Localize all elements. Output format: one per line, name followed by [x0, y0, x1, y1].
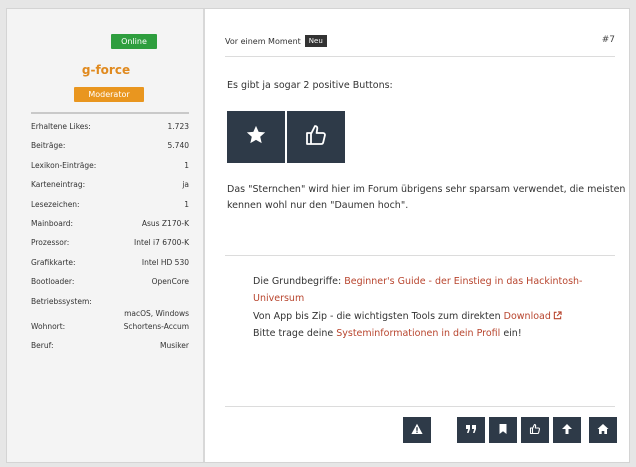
- stat-row: Lexikon-Einträge: 1: [31, 161, 189, 180]
- signature-line: Bitte trage deine Systeminformationen in…: [253, 325, 613, 342]
- post-number[interactable]: #7: [602, 35, 615, 45]
- home-button[interactable]: [589, 417, 617, 443]
- signature-text: ein!: [500, 327, 522, 339]
- report-button[interactable]: [403, 417, 431, 443]
- stat-row: Betriebssystem: macOS, Windows: [31, 297, 189, 322]
- stat-label: Beruf:: [31, 340, 54, 350]
- stat-row: Beiträge: 5.740: [31, 141, 189, 160]
- stat-label: Prozessor:: [31, 238, 70, 248]
- stat-label: Mainboard:: [31, 218, 74, 228]
- arrow-up-icon: [561, 423, 573, 438]
- thumbs-up-icon: [304, 123, 328, 151]
- signature-line: Die Grundbegriffe: Beginner's Guide - de…: [253, 273, 613, 308]
- stat-value: ja: [182, 180, 189, 190]
- footer-divider: [225, 406, 615, 407]
- stat-value: 5.740: [167, 141, 189, 151]
- like-icon: [529, 423, 541, 438]
- stat-value: Intel i7 6700-K: [134, 238, 189, 248]
- post-container: Online g-force Moderator Erhaltene Likes…: [6, 8, 630, 463]
- stat-row: Prozessor: Intel i7 6700-K: [31, 238, 189, 257]
- signature-text: Bitte trage deine: [253, 327, 337, 339]
- thumbs-up-button: [287, 111, 345, 163]
- home-icon: [597, 423, 609, 438]
- stat-label: Beiträge:: [31, 141, 66, 151]
- online-badge: Online: [111, 34, 157, 49]
- stat-label: Wohnort:: [31, 321, 66, 331]
- stat-row: Beruf: Musiker: [31, 341, 189, 360]
- stat-value: 1.723: [167, 122, 189, 131]
- signature-line: Von App bis Zip - die wichtigsten Tools …: [253, 308, 613, 325]
- sidebar-divider: [31, 112, 189, 114]
- signature: Die Grundbegriffe: Beginner's Guide - de…: [253, 273, 613, 342]
- stat-label: Lesezeichen:: [31, 199, 80, 209]
- new-badge: Neu: [304, 35, 327, 47]
- bookmark-button[interactable]: [489, 417, 517, 443]
- stat-label: Betriebssystem:: [31, 296, 92, 306]
- example-buttons: [227, 111, 345, 163]
- stat-row: Erhaltene Likes: 1.723: [31, 122, 189, 141]
- warning-icon: [411, 423, 423, 438]
- stat-row: Karteneintrag: ja: [31, 180, 189, 199]
- stat-label: Karteneintrag:: [31, 180, 86, 190]
- stat-label: Erhaltene Likes:: [31, 122, 91, 131]
- quote-icon: [465, 423, 477, 438]
- signature-divider: [225, 255, 615, 256]
- stat-row: Lesezeichen: 1: [31, 200, 189, 219]
- post-main: Vor einem Moment Neu #7 Es gibt ja sogar…: [207, 9, 629, 462]
- scroll-up-button[interactable]: [553, 417, 581, 443]
- bookmark-icon: [498, 423, 508, 438]
- stat-value: macOS, Windows: [124, 308, 189, 318]
- stat-label: Bootloader:: [31, 277, 75, 287]
- stat-row: Wohnort: Schortens-Accum: [31, 322, 189, 341]
- external-link-icon: [553, 309, 562, 319]
- rank-badge: Moderator: [74, 87, 144, 102]
- post-paragraph: Das "Sternchen" wird hier im Forum übrig…: [227, 184, 626, 211]
- stat-row: Grafikkarte: Intel HD 530: [31, 258, 189, 277]
- stat-label: Lexikon-Einträge:: [31, 160, 97, 170]
- stat-row: Bootloader: OpenCore: [31, 277, 189, 296]
- signature-text: Die Grundbegriffe:: [253, 276, 345, 287]
- stat-value: Asus Z170-K: [141, 218, 189, 228]
- stat-value: Schortens-Accum: [123, 321, 189, 331]
- stat-row: Mainboard: Asus Z170-K: [31, 219, 189, 238]
- like-button[interactable]: [521, 417, 549, 443]
- stat-value: 1: [184, 199, 189, 209]
- quote-button[interactable]: [457, 417, 485, 443]
- stat-label: Grafikkarte:: [31, 257, 76, 267]
- star-button: [227, 111, 285, 163]
- post-header: Vor einem Moment Neu: [225, 35, 327, 47]
- stat-value: Intel HD 530: [141, 257, 189, 267]
- post-actions: [207, 417, 629, 445]
- stat-value: 1: [184, 160, 189, 170]
- post-time[interactable]: Vor einem Moment: [225, 37, 301, 46]
- header-divider: [225, 56, 615, 57]
- download-link[interactable]: Download: [504, 311, 551, 322]
- star-icon: [245, 124, 267, 150]
- stat-value: OpenCore: [151, 277, 189, 287]
- user-sidebar: Online g-force Moderator Erhaltene Likes…: [7, 9, 205, 462]
- username-link[interactable]: g-force: [7, 63, 205, 77]
- post-paragraph: Es gibt ja sogar 2 positive Buttons:: [227, 80, 393, 91]
- user-stats: Erhaltene Likes: 1.723 Beiträge: 5.740 Lex…: [31, 122, 189, 360]
- signature-text: Von App bis Zip - die wichtigsten Tools …: [253, 310, 504, 322]
- profile-info-link[interactable]: Systeminformationen in dein Profil: [336, 328, 500, 339]
- stat-value: Musiker: [160, 340, 189, 350]
